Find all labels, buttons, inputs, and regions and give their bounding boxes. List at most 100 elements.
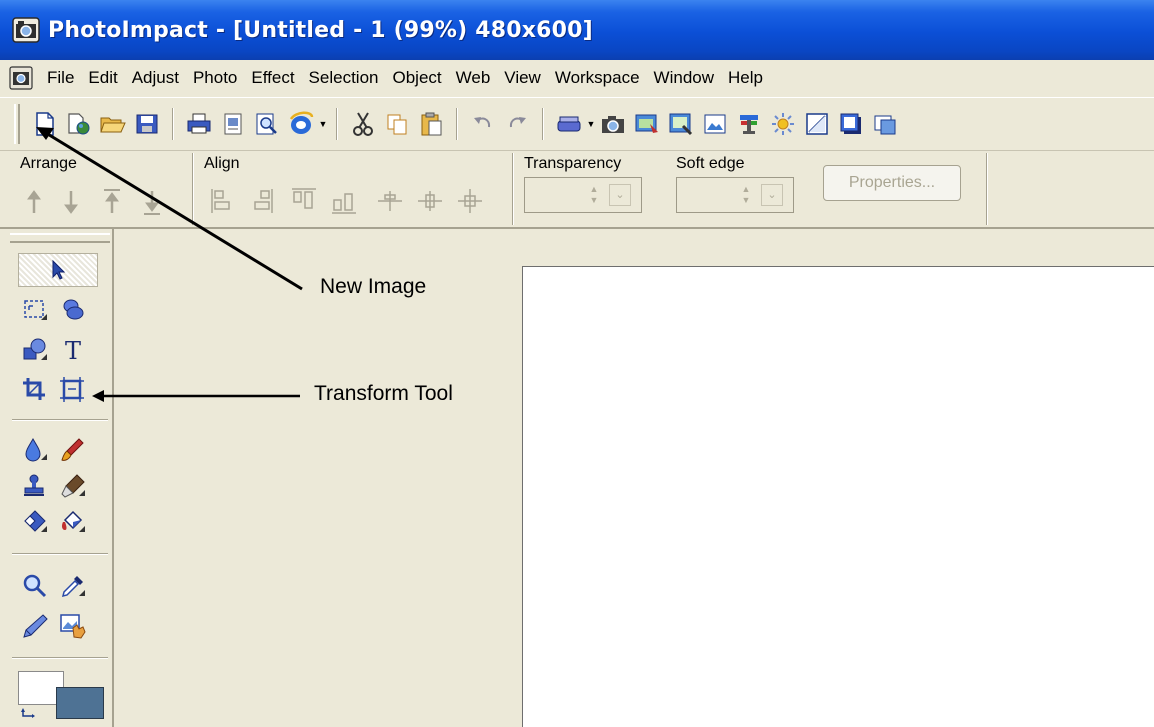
stamp-tool[interactable] xyxy=(56,609,90,643)
menu-effect[interactable]: Effect xyxy=(244,64,301,92)
align-left-icon[interactable] xyxy=(211,189,230,213)
brightness-button[interactable] xyxy=(768,109,798,139)
capture-button[interactable] xyxy=(632,109,662,139)
save-button[interactable] xyxy=(132,109,162,139)
menu-file[interactable]: File xyxy=(40,64,81,92)
print-button[interactable] xyxy=(184,109,214,139)
transparency-input[interactable]: ▲ ▼ ⌄ xyxy=(524,177,642,213)
path-tool[interactable] xyxy=(18,333,52,367)
menu-window[interactable]: Window xyxy=(647,64,721,92)
tool-panel-grip[interactable] xyxy=(10,233,110,243)
bring-forward-icon[interactable] xyxy=(27,190,41,213)
scan-dropdown[interactable]: ▼ xyxy=(586,119,596,129)
redo-icon xyxy=(509,117,526,128)
menu-adjust[interactable]: Adjust xyxy=(125,64,186,92)
transparency-dropdown[interactable]: ⌄ xyxy=(609,184,631,206)
svg-text:T: T xyxy=(65,337,81,364)
image-effect-icon xyxy=(669,113,693,136)
align-right-icon[interactable] xyxy=(254,189,273,213)
paint-tool[interactable] xyxy=(56,433,90,467)
menu-view[interactable]: View xyxy=(497,64,548,92)
properties-button[interactable]: Properties... xyxy=(823,165,961,201)
transform-tool[interactable] xyxy=(56,373,90,407)
menu-bar: File Edit Adjust Photo Effect Selection … xyxy=(0,60,1154,96)
clone-tool[interactable] xyxy=(18,469,52,503)
web-button[interactable] xyxy=(870,109,900,139)
internet-explorer-icon xyxy=(289,111,314,134)
soft-edge-input[interactable]: ▲ ▼ ⌄ xyxy=(676,177,794,213)
crop-tool[interactable] xyxy=(18,373,52,407)
particle-tool[interactable] xyxy=(56,469,90,503)
frame-button[interactable] xyxy=(802,109,832,139)
photoimpact-app-icon[interactable] xyxy=(12,16,40,44)
image-effect-button[interactable] xyxy=(666,109,696,139)
open-web-icon xyxy=(68,113,90,135)
balance-icon xyxy=(740,115,758,134)
preview-icon xyxy=(256,113,277,135)
center-horizontal-icon[interactable] xyxy=(378,191,402,211)
align-group: Align xyxy=(196,151,506,227)
send-to-back-icon[interactable] xyxy=(144,191,160,215)
toolbar-separator xyxy=(172,108,174,140)
soft-edge-dropdown[interactable]: ⌄ xyxy=(761,184,783,206)
image-canvas[interactable] xyxy=(522,266,1154,727)
center-vertical-icon[interactable] xyxy=(418,191,442,211)
internet-explorer-dropdown[interactable]: ▼ xyxy=(318,119,328,129)
pointer-arrow-icon xyxy=(52,259,66,280)
align-top-icon[interactable] xyxy=(292,188,316,209)
fill-tool[interactable] xyxy=(56,505,90,539)
preview-button[interactable] xyxy=(252,109,282,139)
swap-colors-icon[interactable] xyxy=(20,707,40,725)
balance-button[interactable] xyxy=(734,109,764,139)
send-backward-icon[interactable] xyxy=(64,191,78,214)
open-button[interactable] xyxy=(98,109,128,139)
toolbar-grip[interactable] xyxy=(14,104,20,144)
menu-object[interactable]: Object xyxy=(385,64,448,92)
menu-photo[interactable]: Photo xyxy=(186,64,244,92)
shadow-button[interactable] xyxy=(836,109,866,139)
document-system-menu-icon[interactable] xyxy=(8,65,34,91)
open-web-button[interactable] xyxy=(64,109,94,139)
eyedropper-tool[interactable] xyxy=(56,569,90,603)
menu-edit[interactable]: Edit xyxy=(81,64,124,92)
soft-edge-spinner[interactable]: ▲ ▼ xyxy=(737,184,755,206)
new-image-button[interactable] xyxy=(30,109,60,139)
menu-help[interactable]: Help xyxy=(721,64,770,92)
tool-panel: T xyxy=(0,229,114,727)
scan-button[interactable] xyxy=(554,109,584,139)
print-icon xyxy=(187,113,211,134)
print-preview-button[interactable] xyxy=(218,109,248,139)
capture-icon xyxy=(635,114,658,133)
attr-separator xyxy=(192,153,194,225)
internet-explorer-button[interactable] xyxy=(286,109,316,139)
text-tool[interactable]: T xyxy=(56,333,90,367)
tool-separator xyxy=(12,553,108,555)
cut-button[interactable] xyxy=(348,109,378,139)
eraser-tool[interactable] xyxy=(18,505,52,539)
center-both-icon[interactable] xyxy=(458,189,482,213)
pen-tool[interactable] xyxy=(18,609,52,643)
align-bottom-icon[interactable] xyxy=(332,193,356,214)
title-bar[interactable]: PhotoImpact - [Untitled - 1 (99%) 480x60… xyxy=(0,0,1154,60)
crop-icon xyxy=(23,378,45,400)
menu-selection[interactable]: Selection xyxy=(302,64,386,92)
zoom-tool[interactable] xyxy=(18,569,52,603)
pick-tool[interactable] xyxy=(18,253,98,287)
menu-web[interactable]: Web xyxy=(449,64,498,92)
paste-button[interactable] xyxy=(416,109,446,139)
redo-button[interactable] xyxy=(502,109,532,139)
camera-icon xyxy=(602,116,624,133)
soft-edge-group: Soft edge ▲ ▼ ⌄ xyxy=(668,151,818,227)
camera-button[interactable] xyxy=(598,109,628,139)
undo-button[interactable] xyxy=(468,109,498,139)
menu-workspace[interactable]: Workspace xyxy=(548,64,647,92)
arrange-group: Arrange xyxy=(0,151,190,227)
retouch-tool[interactable] xyxy=(18,433,52,467)
transparency-spinner[interactable]: ▲ ▼ xyxy=(585,184,603,206)
background-color-swatch[interactable] xyxy=(56,687,104,719)
image-button[interactable] xyxy=(700,109,730,139)
object-paint-tool[interactable] xyxy=(56,293,90,327)
copy-button[interactable] xyxy=(382,109,412,139)
bring-to-front-icon[interactable] xyxy=(104,189,120,213)
selection-tool[interactable] xyxy=(18,293,52,327)
